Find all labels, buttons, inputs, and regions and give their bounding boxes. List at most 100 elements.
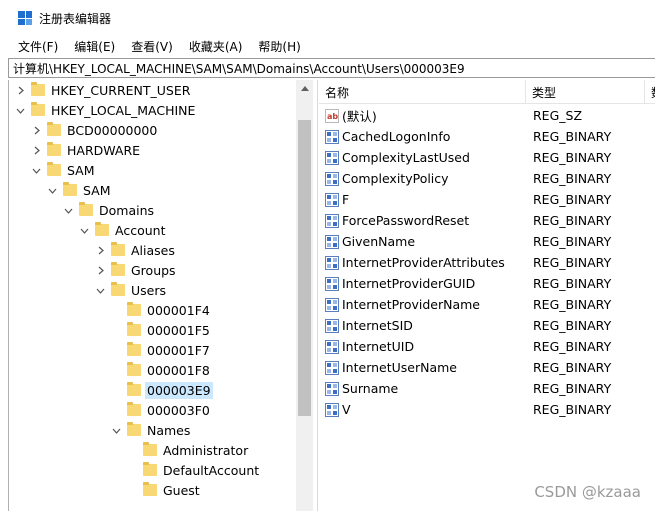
binary-value-icon	[325, 171, 339, 186]
tree-node-label: Aliases	[131, 242, 175, 258]
folder-icon	[127, 422, 141, 436]
list-item[interactable]: ab (默认) REG_SZ	[319, 105, 655, 126]
menu-file[interactable]: 文件(F)	[10, 38, 66, 55]
list-item[interactable]: InternetProviderName REG_BINARY	[319, 294, 655, 315]
scroll-up-button[interactable]	[296, 80, 313, 97]
list-item[interactable]: Surname REG_BINARY	[319, 378, 655, 399]
folder-icon	[143, 462, 157, 476]
chevron-down-icon[interactable]	[15, 105, 25, 115]
binary-value-icon	[325, 255, 339, 270]
tree-node[interactable]: Aliases	[98, 240, 177, 260]
tree-node[interactable]: Account	[80, 220, 167, 240]
column-header-name[interactable]: 名称	[319, 80, 526, 104]
tree-node[interactable]: SAM	[48, 180, 113, 200]
tree-node[interactable]: HKEY_LOCAL_MACHINE	[16, 100, 197, 120]
list-item[interactable]: V REG_BINARY	[319, 399, 655, 420]
folder-icon	[143, 482, 157, 496]
tree-node-label: 000001F4	[147, 302, 210, 318]
chevron-down-icon[interactable]	[111, 425, 121, 435]
tree-node[interactable]: 000001F5	[127, 320, 212, 340]
tree-node[interactable]: 000003F0	[127, 400, 212, 420]
list-item[interactable]: ComplexityPolicy REG_BINARY	[319, 168, 655, 189]
tree-node[interactable]: Groups	[98, 260, 178, 280]
binary-value-icon	[325, 402, 339, 417]
list-item[interactable]: InternetProviderAttributes REG_BINARY	[319, 252, 655, 273]
tree-node[interactable]: HARDWARE	[34, 140, 142, 160]
tree-node[interactable]: 000001F8	[127, 360, 212, 380]
chevron-up-icon	[300, 86, 309, 91]
value-type: REG_BINARY	[533, 150, 612, 165]
list-item[interactable]: CachedLogonInfo REG_BINARY	[319, 126, 655, 147]
list-item[interactable]: InternetUID REG_BINARY	[319, 336, 655, 357]
folder-icon	[111, 262, 125, 276]
tree-node[interactable]: Administrator	[143, 440, 250, 460]
tree-node-label: DefaultAccount	[163, 462, 260, 478]
menu-help[interactable]: 帮助(H)	[250, 38, 308, 55]
chevron-right-icon[interactable]	[31, 145, 41, 155]
value-type: REG_BINARY	[533, 297, 612, 312]
tree-node[interactable]: Guest	[143, 480, 202, 500]
chevron-down-icon[interactable]	[47, 185, 57, 195]
chevron-right-icon[interactable]	[95, 245, 105, 255]
list-item[interactable]: InternetSID REG_BINARY	[319, 315, 655, 336]
column-header-type[interactable]: 类型	[526, 80, 645, 104]
tree-node[interactable]: SAM	[32, 160, 97, 180]
address-bar[interactable]: 计算机\HKEY_LOCAL_MACHINE\SAM\SAM\Domains\A…	[8, 58, 655, 78]
watermark: CSDN @kzaaa	[534, 483, 641, 501]
list-item[interactable]: InternetUserName REG_BINARY	[319, 357, 655, 378]
menu-bar: 文件(F) 编辑(E) 查看(V) 收藏夹(A) 帮助(H)	[0, 36, 655, 56]
list-item[interactable]: InternetProviderGUID REG_BINARY	[319, 273, 655, 294]
title-bar: 注册表编辑器	[0, 0, 655, 36]
tree-scrollbar[interactable]	[296, 80, 313, 511]
tree-node-label: Administrator	[163, 442, 249, 458]
scroll-thumb[interactable]	[298, 120, 311, 416]
chevron-down-icon[interactable]	[79, 225, 89, 235]
value-name: Surname	[342, 381, 399, 396]
tree-node[interactable]: 000003E9	[127, 380, 213, 400]
tree-node-label: Domains	[99, 202, 155, 218]
pane-splitter[interactable]	[313, 80, 318, 511]
key-tree: HKEY_CURRENT_USER HKEY_LOCAL_MACHINE BCD00…	[8, 80, 313, 511]
list-item[interactable]: ForcePasswordReset REG_BINARY	[319, 210, 655, 231]
folder-icon	[143, 442, 157, 456]
tree-node-label: 000001F5	[147, 322, 210, 338]
chevron-down-icon[interactable]	[95, 285, 105, 295]
tree-node[interactable]: Users	[96, 280, 168, 300]
list-item[interactable]: GivenName REG_BINARY	[319, 231, 655, 252]
tree-node-label: 000001F8	[147, 362, 210, 378]
menu-view[interactable]: 查看(V)	[123, 38, 181, 55]
tree-node[interactable]: HKEY_CURRENT_USER	[18, 80, 192, 100]
menu-favorites[interactable]: 收藏夹(A)	[181, 38, 251, 55]
tree-node-label: HKEY_CURRENT_USER	[51, 82, 191, 98]
tree-node[interactable]: 000001F4	[127, 300, 212, 320]
binary-value-icon	[325, 360, 339, 375]
chevron-right-icon[interactable]	[31, 125, 41, 135]
tree-node-label: BCD00000000	[67, 122, 158, 138]
value-name: CachedLogonInfo	[342, 129, 451, 144]
value-name: InternetProviderAttributes	[342, 255, 505, 270]
folder-icon	[47, 122, 61, 136]
value-name: F	[342, 192, 350, 207]
menu-edit[interactable]: 编辑(E)	[66, 38, 123, 55]
folder-icon	[47, 142, 61, 156]
list-item[interactable]: ComplexityLastUsed REG_BINARY	[319, 147, 655, 168]
tree-node[interactable]: 000001F7	[127, 340, 212, 360]
chevron-right-icon[interactable]	[15, 85, 25, 95]
column-header-data[interactable]: 数	[645, 80, 655, 104]
tree-node-label: Users	[131, 282, 167, 298]
tree-node-label: HKEY_LOCAL_MACHINE	[51, 102, 196, 118]
folder-icon	[111, 242, 125, 256]
chevron-right-icon[interactable]	[95, 265, 105, 275]
chevron-down-icon[interactable]	[31, 165, 41, 175]
list-item[interactable]: F REG_BINARY	[319, 189, 655, 210]
tree-node[interactable]: Domains	[64, 200, 156, 220]
string-value-icon: ab	[325, 108, 339, 123]
chevron-down-icon[interactable]	[63, 205, 73, 215]
folder-icon	[127, 322, 141, 336]
value-type: REG_BINARY	[533, 192, 612, 207]
tree-node[interactable]: Names	[112, 420, 192, 440]
value-type: REG_BINARY	[533, 318, 612, 333]
tree-node-label: 000001F7	[147, 342, 210, 358]
tree-node[interactable]: DefaultAccount	[143, 460, 261, 480]
tree-node[interactable]: BCD00000000	[34, 120, 159, 140]
